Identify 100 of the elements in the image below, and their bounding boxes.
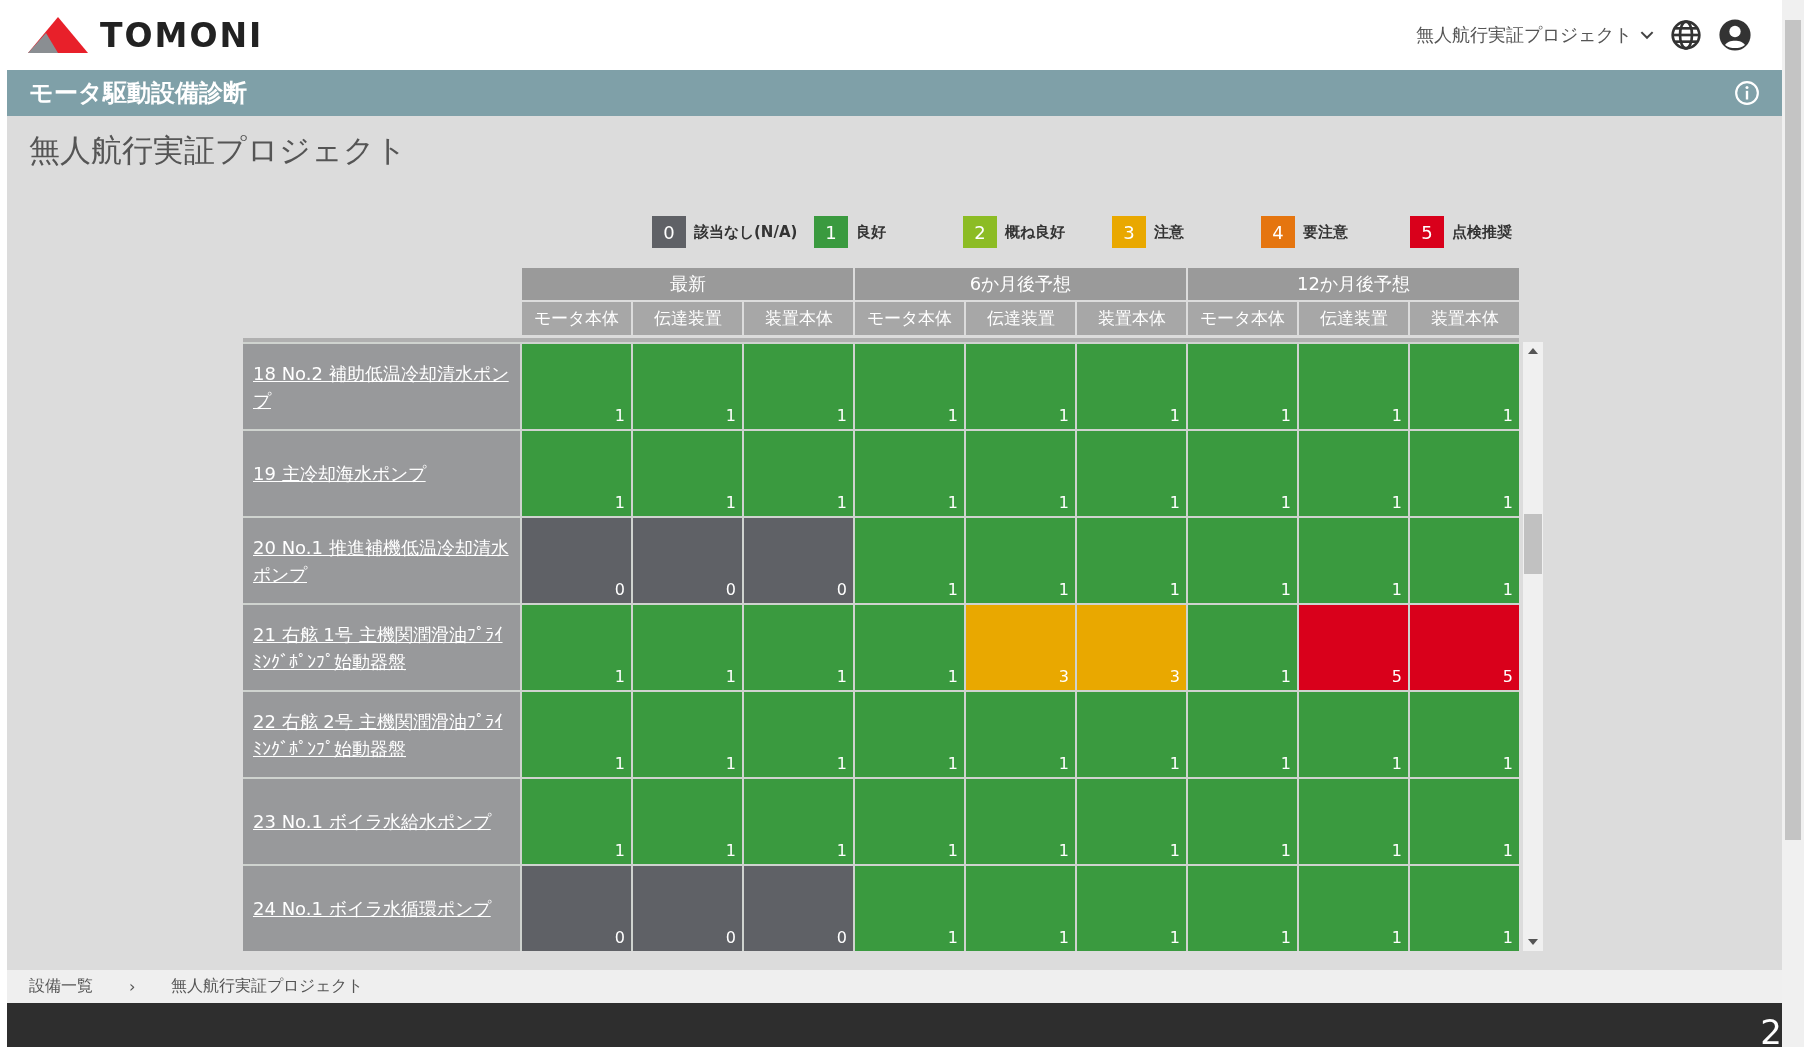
- column-header: 伝達装置: [966, 302, 1075, 335]
- legend-swatch: 2: [963, 216, 997, 248]
- scrollbar-thumb[interactable]: [1524, 514, 1542, 574]
- breadcrumb-item[interactable]: 設備一覧: [29, 976, 93, 997]
- equipment-link[interactable]: 18 No.2 補助低温冷却清水ポンプ: [253, 359, 510, 414]
- status-value: 1: [1169, 406, 1180, 425]
- app-title: モータ駆動設備診断: [29, 78, 247, 109]
- status-value: 1: [725, 667, 736, 686]
- status-value: 1: [947, 406, 958, 425]
- status-value: 1: [1058, 580, 1069, 599]
- status-value: 1: [1391, 580, 1402, 599]
- status-value: 1: [947, 928, 958, 947]
- status-value: 1: [1280, 667, 1291, 686]
- project-dropdown[interactable]: 無人航行実証プロジェクト: [1416, 23, 1654, 47]
- footer-text: 2: [1760, 1017, 1782, 1047]
- legend-label: 要注意: [1303, 222, 1348, 242]
- status-value: 1: [836, 841, 847, 860]
- equipment-link[interactable]: 20 No.1 推進補機低温冷却清水ポンプ: [253, 533, 510, 588]
- status-value: 1: [725, 841, 736, 860]
- status-value: 0: [836, 580, 847, 599]
- status-value: 1: [725, 493, 736, 512]
- status-value: 1: [1502, 493, 1513, 512]
- legend-label: 概ね良好: [1005, 222, 1065, 242]
- chevron-down-icon: [1640, 30, 1654, 40]
- status-value: 1: [1280, 754, 1291, 773]
- status-value: 1: [947, 667, 958, 686]
- status-value: 3: [1058, 667, 1069, 686]
- status-value: 1: [1169, 493, 1180, 512]
- status-value: 0: [614, 928, 625, 947]
- column-header: モータ本体: [522, 302, 631, 335]
- legend-swatch: 5: [1410, 216, 1444, 248]
- status-value: 1: [1058, 406, 1069, 425]
- breadcrumb-item: 無人航行実証プロジェクト: [171, 976, 364, 997]
- status-value: 1: [1391, 928, 1402, 947]
- breadcrumb-separator: ›: [129, 977, 136, 996]
- equipment-link[interactable]: 19 主冷却海水ポンプ: [253, 460, 426, 487]
- status-value: 1: [1391, 841, 1402, 860]
- equipment-link[interactable]: 22 右舷 2号 主機関潤滑油ﾌﾟﾗｲﾐﾝｸﾞﾎﾟﾝﾌﾟ始動器盤: [253, 707, 510, 762]
- column-header: 装置本体: [1410, 302, 1519, 335]
- column-header: 装置本体: [744, 302, 853, 335]
- scrollbar-thumb[interactable]: [1785, 20, 1801, 840]
- column-header: モータ本体: [1188, 302, 1297, 335]
- status-value: 1: [836, 667, 847, 686]
- equipment-link[interactable]: 21 右舷 1号 主機関潤滑油ﾌﾟﾗｲﾐﾝｸﾞﾎﾟﾝﾌﾟ始動器盤: [253, 620, 510, 675]
- status-value: 1: [1058, 754, 1069, 773]
- status-value: 1: [614, 667, 625, 686]
- logo-text: TOMONI: [100, 15, 264, 55]
- status-value: 1: [947, 493, 958, 512]
- status-value: 0: [614, 580, 625, 599]
- status-value: 1: [614, 406, 625, 425]
- status-value: 1: [1391, 754, 1402, 773]
- column-header: 伝達装置: [633, 302, 742, 335]
- scrollbar[interactable]: [1782, 0, 1804, 1047]
- legend-swatch: 1: [814, 216, 848, 248]
- status-value: 1: [1280, 406, 1291, 425]
- logo-icon: [28, 17, 88, 53]
- status-value: 1: [947, 580, 958, 599]
- status-value: 1: [836, 406, 847, 425]
- status-value: 1: [1058, 493, 1069, 512]
- legend-swatch: 3: [1112, 216, 1146, 248]
- info-icon[interactable]: [1734, 80, 1760, 106]
- status-value: 1: [1502, 406, 1513, 425]
- column-group-header: 12か月後予想: [1188, 268, 1519, 300]
- user-icon[interactable]: [1718, 18, 1752, 52]
- legend-swatch: 0: [652, 216, 686, 248]
- status-value: 1: [947, 841, 958, 860]
- equipment-link[interactable]: 24 No.1 ボイラ水循環ポンプ: [253, 895, 491, 922]
- status-value: 0: [725, 928, 736, 947]
- status-value: 1: [1391, 493, 1402, 512]
- status-value: 1: [1391, 406, 1402, 425]
- status-value: 1: [1280, 841, 1291, 860]
- legend-label: 該当なし(N/A): [694, 222, 798, 242]
- scrollbar[interactable]: [1523, 342, 1543, 951]
- legend-label: 良好: [856, 222, 886, 242]
- scroll-up-icon[interactable]: [1528, 348, 1538, 354]
- status-value: 1: [1502, 580, 1513, 599]
- status-value: 5: [1502, 667, 1513, 686]
- status-value: 1: [1169, 754, 1180, 773]
- status-value: 1: [1058, 841, 1069, 860]
- status-value: 1: [1280, 928, 1291, 947]
- status-value: 1: [1058, 928, 1069, 947]
- scroll-down-icon[interactable]: [1528, 939, 1538, 945]
- status-value: 1: [1502, 928, 1513, 947]
- status-value: 3: [1169, 667, 1180, 686]
- status-value: 1: [836, 493, 847, 512]
- equipment-link[interactable]: 23 No.1 ボイラ水給水ポンプ: [253, 808, 491, 835]
- legend-swatch: 4: [1261, 216, 1295, 248]
- column-header: 装置本体: [1077, 302, 1186, 335]
- globe-icon[interactable]: [1670, 19, 1702, 51]
- status-value: 1: [725, 754, 736, 773]
- status-value: 1: [1280, 493, 1291, 512]
- status-value: 1: [1502, 754, 1513, 773]
- status-value: 1: [614, 493, 625, 512]
- status-value: 0: [836, 928, 847, 947]
- status-value: 1: [836, 754, 847, 773]
- status-value: 1: [1502, 841, 1513, 860]
- status-value: 1: [725, 406, 736, 425]
- column-header: モータ本体: [855, 302, 964, 335]
- status-value: 1: [1169, 928, 1180, 947]
- status-value: 1: [947, 754, 958, 773]
